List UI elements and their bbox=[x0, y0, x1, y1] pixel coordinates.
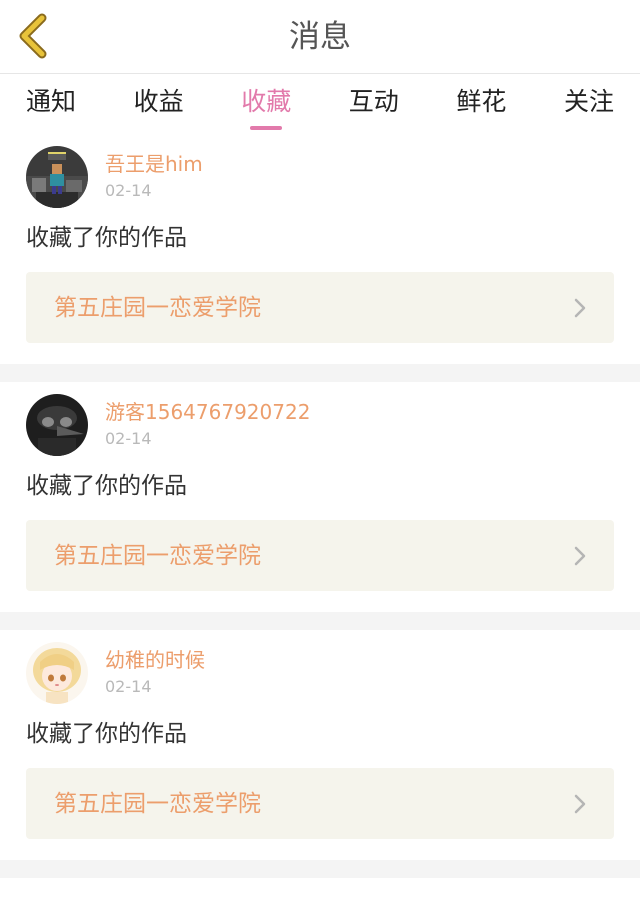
work-title: 第五庄园一恋爱学院 bbox=[54, 791, 261, 817]
minecraft-avatar-image bbox=[26, 146, 88, 208]
tab-favorites[interactable]: 收藏 bbox=[241, 74, 291, 134]
timestamp: 02-14 bbox=[105, 181, 152, 200]
divider bbox=[0, 612, 640, 630]
timestamp: 02-14 bbox=[105, 429, 152, 448]
tab-bar: 通知 收益 收藏 互动 鲜花 关注 bbox=[0, 74, 640, 134]
work-link[interactable]: 第五庄园一恋爱学院 bbox=[26, 768, 614, 839]
list-item: 游客1564767920722 02-14 收藏了你的作品 第五庄园一恋爱学院 bbox=[0, 382, 640, 612]
message-feed: 吾王是him 02-14 收藏了你的作品 第五庄园一恋爱学院 游客1564767… bbox=[0, 134, 640, 878]
chevron-right-icon bbox=[574, 546, 586, 566]
work-title: 第五庄园一恋爱学院 bbox=[54, 295, 261, 321]
chevron-right-icon bbox=[574, 794, 586, 814]
tab-follows[interactable]: 关注 bbox=[564, 74, 614, 134]
tab-interactions[interactable]: 互动 bbox=[349, 74, 399, 134]
plague-doctor-avatar-image bbox=[26, 394, 88, 456]
list-item: 幼稚的时候 02-14 收藏了你的作品 第五庄园一恋爱学院 bbox=[0, 630, 640, 860]
username[interactable]: 幼稚的时候 bbox=[105, 647, 205, 673]
divider bbox=[0, 860, 640, 878]
top-bar: 消息 bbox=[0, 0, 640, 74]
avatar[interactable] bbox=[26, 642, 88, 704]
work-title: 第五庄园一恋爱学院 bbox=[54, 543, 261, 569]
chevron-right-icon bbox=[574, 298, 586, 318]
divider bbox=[0, 364, 640, 382]
action-text: 收藏了你的作品 bbox=[26, 721, 187, 747]
avatar[interactable] bbox=[26, 146, 88, 208]
action-text: 收藏了你的作品 bbox=[26, 225, 187, 251]
list-item: 吾王是him 02-14 收藏了你的作品 第五庄园一恋爱学院 bbox=[0, 134, 640, 364]
tab-notifications[interactable]: 通知 bbox=[26, 74, 76, 134]
username[interactable]: 吾王是him bbox=[105, 151, 203, 177]
action-text: 收藏了你的作品 bbox=[26, 473, 187, 499]
tab-earnings[interactable]: 收益 bbox=[134, 74, 184, 134]
timestamp: 02-14 bbox=[105, 677, 152, 696]
avatar[interactable] bbox=[26, 394, 88, 456]
page-title: 消息 bbox=[289, 19, 351, 55]
anime-girl-avatar-image bbox=[26, 642, 88, 704]
work-link[interactable]: 第五庄园一恋爱学院 bbox=[26, 520, 614, 591]
username[interactable]: 游客1564767920722 bbox=[105, 399, 310, 425]
tab-flowers[interactable]: 鲜花 bbox=[456, 74, 506, 134]
work-link[interactable]: 第五庄园一恋爱学院 bbox=[26, 272, 614, 343]
messages-page: 消息 通知 收益 收藏 互动 鲜花 关注 吾王是him 02-14 收藏了你的作… bbox=[0, 0, 640, 906]
